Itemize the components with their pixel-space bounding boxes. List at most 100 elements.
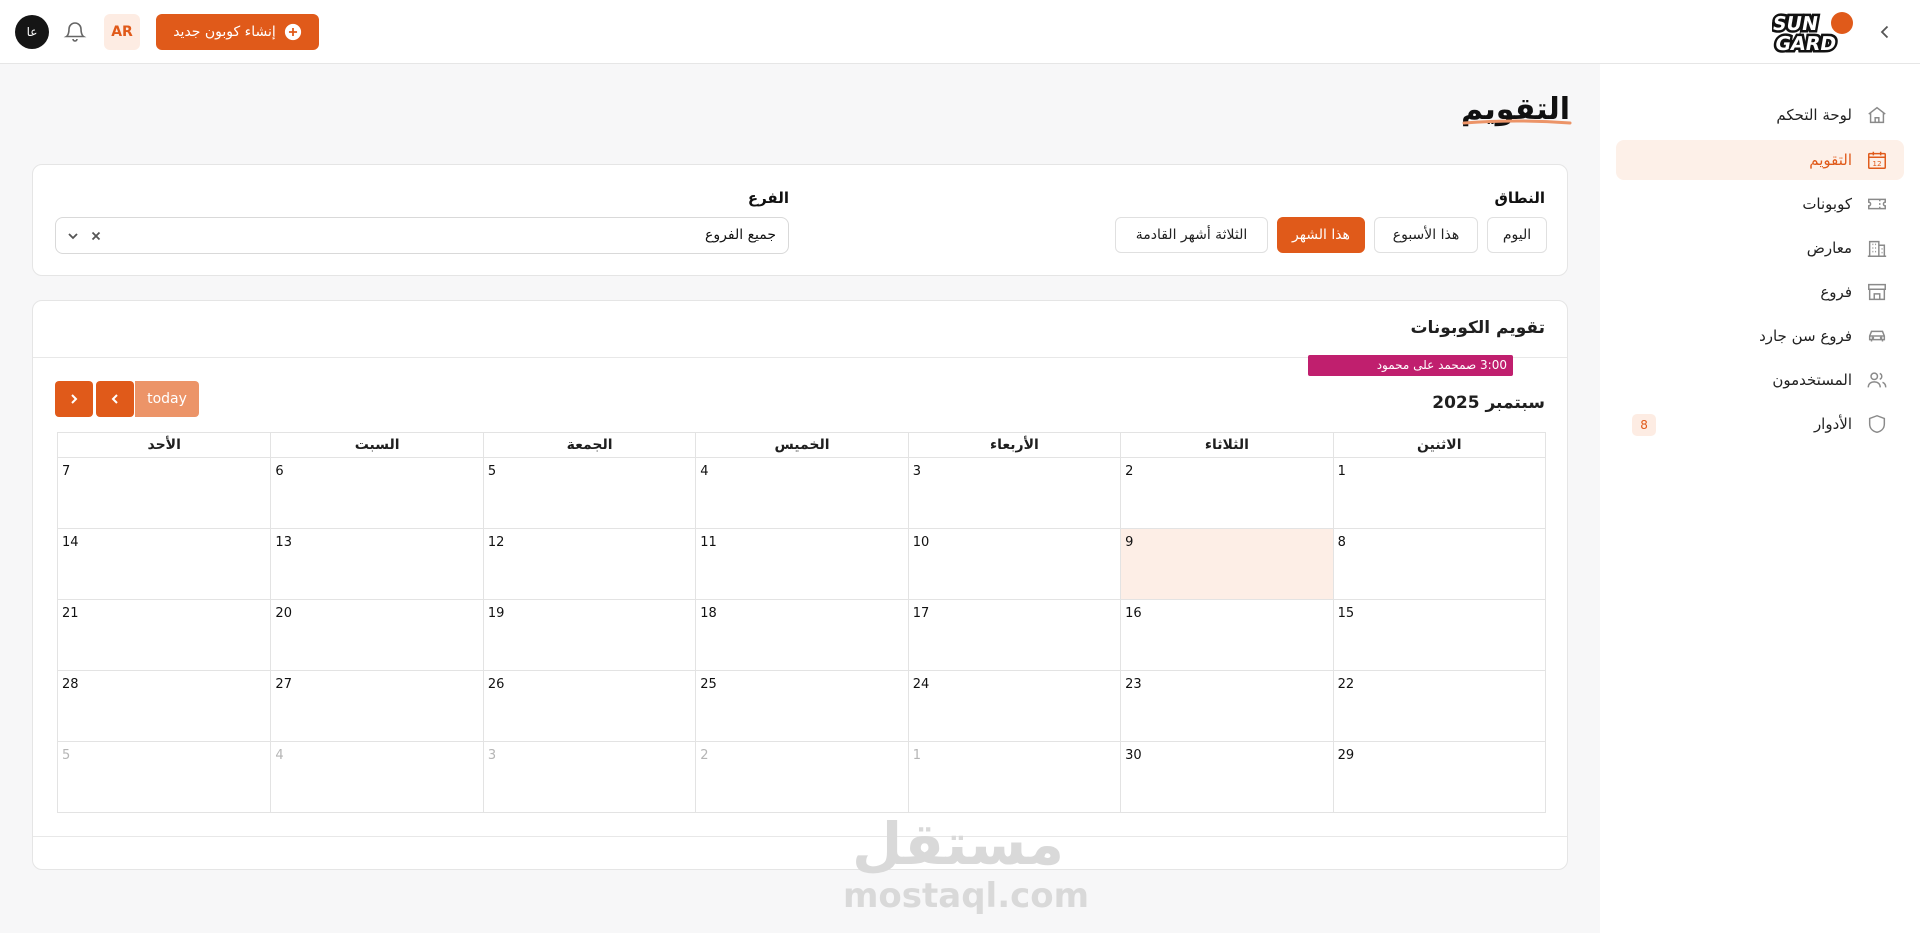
calendar-day-number: 3 — [912, 464, 921, 479]
new-coupon-button[interactable]: إنشاء كوبون جديد — [156, 14, 319, 50]
calendar-day-cell[interactable]: 4 — [695, 457, 908, 528]
calendar-day-cell[interactable]: 15 — [1332, 599, 1545, 670]
weekday-header: الخميس — [695, 433, 907, 457]
title-underline — [1462, 119, 1572, 125]
chevron-right-icon — [71, 394, 78, 404]
watermark-english: mostaql.com — [843, 876, 1090, 916]
users-icon — [1866, 369, 1888, 391]
calendar-day-cell[interactable]: 1 — [1332, 457, 1545, 528]
calendar-day-cell[interactable]: 6 — [270, 457, 483, 528]
weekday-header: السبت — [270, 433, 482, 457]
calendar-day-cell[interactable]: 13 — [270, 528, 483, 599]
sidebar-item-label: الأدوار — [1813, 415, 1852, 433]
calendar-card: تقويم الكوبونات today سبتمبر 2025 الاثني… — [32, 300, 1568, 870]
calendar-day-cell[interactable]: 29 — [1332, 741, 1545, 812]
prev-month-button[interactable] — [96, 381, 134, 417]
calendar-day-cell[interactable]: 9 — [1120, 528, 1333, 599]
calendar-icon: 12 — [1866, 149, 1888, 171]
calendar-day-number: 18 — [700, 606, 717, 621]
calendar-day-number: 15 — [1337, 606, 1355, 621]
sungard-logo[interactable]: SUN GARD — [1772, 6, 1856, 54]
svg-text:12: 12 — [1872, 159, 1881, 168]
calendar-day-cell[interactable]: 30 — [1120, 741, 1333, 812]
sidebar-item-roles[interactable]: الأدوار 8 — [1616, 404, 1904, 444]
sidebar-item-label: معارض — [1806, 239, 1852, 257]
chevron-down-icon[interactable] — [66, 229, 80, 243]
calendar-day-cell[interactable]: 24 — [907, 670, 1121, 741]
calendar-day-cell[interactable]: 25 — [695, 670, 908, 741]
calendar-day-cell[interactable]: 5 — [482, 457, 696, 528]
weekday-header: الأربعاء — [907, 433, 1120, 457]
calendar-day-cell[interactable]: 12 — [482, 528, 696, 599]
sidebar-item-calendar[interactable]: 12 التقويم — [1616, 140, 1904, 180]
calendar-grid: الاثنين الثلاثاء الأربعاء الخميس الجمعة السبت… — [57, 432, 1546, 813]
calendar-day-cell[interactable]: 3 — [907, 457, 1121, 528]
new-coupon-label: إنشاء كوبون جديد — [173, 24, 276, 40]
calendar-day-cell[interactable]: 2 — [1120, 457, 1333, 528]
calendar-day-cell[interactable]: 20 — [270, 599, 483, 670]
sidebar-item-branches[interactable]: فروع — [1616, 272, 1904, 312]
calendar-day-cell[interactable]: 17 — [907, 599, 1121, 670]
calendar-day-number: 5 — [487, 464, 497, 479]
calendar-day-number: 24 — [912, 677, 930, 692]
ticket-icon — [1866, 193, 1888, 215]
today-button[interactable]: today — [135, 381, 199, 417]
calendar-day-cell[interactable]: 21 — [58, 599, 271, 670]
range-today-button[interactable]: اليوم — [1487, 217, 1547, 253]
calendar-day-cell[interactable]: 18 — [695, 599, 908, 670]
event-title: محمد على محمود — [1376, 358, 1467, 372]
sidebar-item-dashboard[interactable]: لوحة التحكم — [1616, 95, 1904, 135]
close-icon[interactable] — [88, 228, 104, 244]
calendar-day-number: 2 — [700, 748, 709, 763]
calendar-day-cell[interactable]: 19 — [482, 599, 696, 670]
calendar-day-cell[interactable]: 5 — [58, 741, 271, 812]
plus-circle-icon — [284, 23, 302, 41]
filter-card: النطاق اليوم هذا الأسبوع هذا الشهر الثلا… — [32, 164, 1568, 276]
calendar-day-cell[interactable]: 23 — [1120, 670, 1333, 741]
chevron-left-icon[interactable] — [1875, 22, 1895, 42]
range-week-button[interactable]: هذا الأسبوع — [1374, 217, 1478, 253]
calendar-day-cell[interactable]: 7 — [58, 457, 271, 528]
calendar-day-cell[interactable]: 28 — [58, 670, 271, 741]
svg-text:GARD: GARD — [1773, 32, 1838, 54]
sidebar-item-sungard-branches[interactable]: فروع سن جارد — [1616, 316, 1904, 356]
weekday-header: الأحد — [147, 437, 181, 453]
bell-icon[interactable] — [63, 20, 87, 44]
sidebar-item-users[interactable]: المستخدمون — [1616, 360, 1904, 400]
calendar-day-cell[interactable]: 3 — [482, 741, 696, 812]
calendar-day-number: 29 — [1337, 748, 1355, 763]
calendar-event[interactable]: 3:00 صمحمد على محمود — [1308, 355, 1513, 376]
calendar-day-number: 3 — [487, 748, 497, 763]
branch-select[interactable]: جميع الفروع — [55, 217, 789, 254]
calendar-day-number: 19 — [487, 606, 505, 621]
calendar-day-number: 25 — [700, 677, 717, 692]
calendar-card-header: تقويم الكوبونات — [33, 301, 1567, 358]
range-month-button[interactable]: هذا الشهر — [1277, 217, 1365, 253]
home-icon — [1866, 104, 1888, 126]
range-three-months-button[interactable]: الثلاثة أشهر القادمة — [1115, 217, 1268, 253]
sidebar-item-showrooms[interactable]: معارض — [1616, 228, 1904, 268]
language-button[interactable]: AR — [104, 14, 140, 50]
calendar-day-cell[interactable]: 8 — [1332, 528, 1545, 599]
calendar-day-cell[interactable]: 16 — [1120, 599, 1333, 670]
calendar-day-cell[interactable]: 1 — [907, 741, 1121, 812]
calendar-day-number: 17 — [912, 606, 930, 621]
calendar-day-cell[interactable]: 26 — [482, 670, 696, 741]
calendar-day-number: 28 — [62, 677, 79, 692]
calendar-day-cell[interactable]: 22 — [1332, 670, 1545, 741]
calendar-day-number: 23 — [1125, 677, 1142, 692]
calendar-day-cell[interactable]: 27 — [270, 670, 483, 741]
calendar-day-cell[interactable]: 4 — [270, 741, 483, 812]
calendar-day-cell[interactable]: 10 — [907, 528, 1121, 599]
calendar-day-number: 10 — [912, 535, 930, 550]
next-month-button[interactable] — [55, 381, 93, 417]
calendar-day-cell[interactable]: 14 — [58, 528, 271, 599]
roles-count-badge: 8 — [1632, 414, 1656, 436]
calendar-day-cell[interactable]: 2 — [695, 741, 908, 812]
user-avatar[interactable]: عا — [15, 15, 49, 49]
calendar-day-cell[interactable]: 11 — [695, 528, 908, 599]
sidebar-item-coupons[interactable]: كوبونات — [1616, 184, 1904, 224]
calendar-day-number: 21 — [62, 606, 79, 621]
calendar-day-number: 22 — [1337, 677, 1355, 692]
calendar-day-number: 20 — [275, 606, 292, 621]
